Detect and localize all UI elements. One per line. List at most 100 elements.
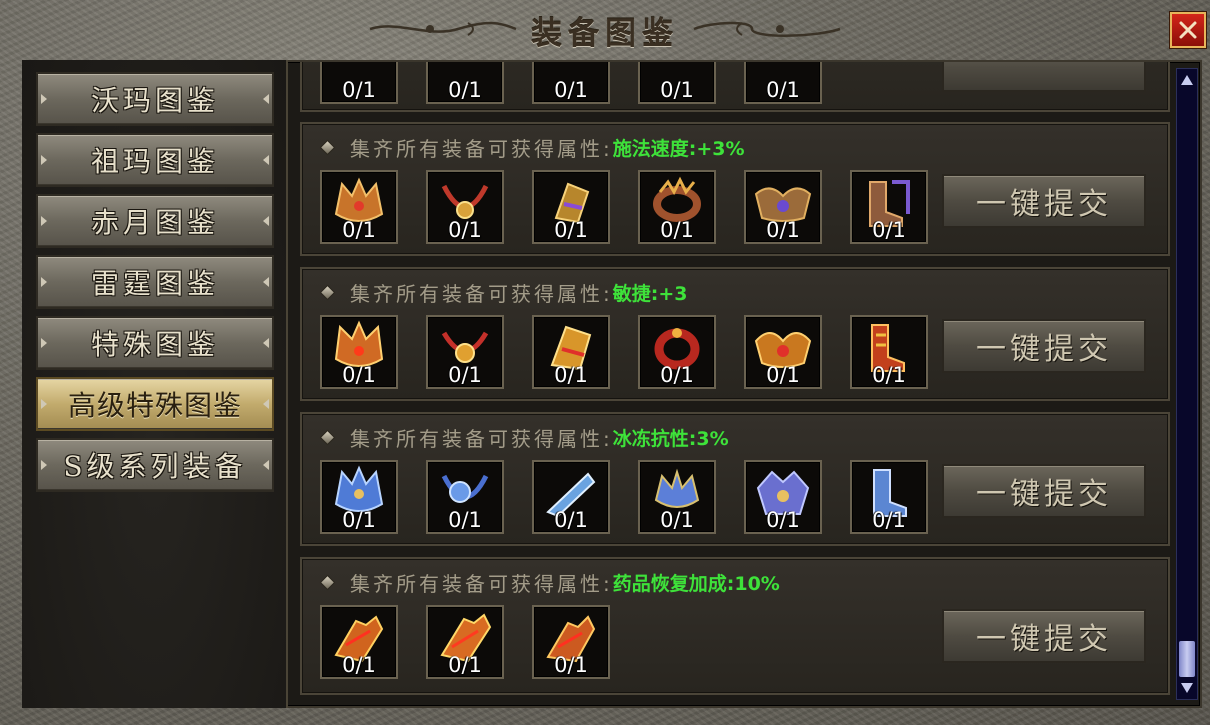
diamond-bullet-icon (320, 430, 334, 444)
title-ornament-right-icon (693, 21, 841, 37)
set-header: 集齐所有装备可获得属性: 药品恢复加成:10% (320, 569, 780, 596)
equipment-slot[interactable]: 0/1 (426, 315, 504, 389)
set-bonus-value: 敏捷:+3 (612, 282, 688, 305)
slot-count: 0/1 (448, 508, 482, 532)
sidebar-item-label: 高级特殊图鉴 (67, 389, 242, 422)
equipment-slot[interactable]: 0/1 (320, 460, 398, 534)
equipment-slot[interactable]: 0/1 (320, 62, 398, 104)
chevron-right-icon (263, 338, 269, 348)
equipment-slot[interactable]: 0/1 (638, 170, 716, 244)
equipment-slot[interactable]: 0/1 (638, 460, 716, 534)
set-panel-2: 集齐所有装备可获得属性: 敏捷:+3 0/1 0/1 0/1 0/1 0/1 0… (300, 267, 1170, 401)
equipment-slot[interactable]: 0/1 (532, 170, 610, 244)
sidebar-item-label: 特殊图鉴 (90, 328, 219, 361)
equipment-slot[interactable]: 0/1 (638, 315, 716, 389)
chevron-left-icon (41, 338, 47, 348)
sidebar-item-leiting[interactable]: 雷霆图鉴 (36, 255, 274, 309)
slot-count: 0/1 (660, 218, 694, 242)
equipment-slot[interactable]: 0/1 (850, 170, 928, 244)
equipment-slot[interactable]: 0/1 (638, 62, 716, 104)
slot-count: 0/1 (342, 508, 376, 532)
sidebar-item-chiyue[interactable]: 赤月图鉴 (36, 194, 274, 248)
slot-count: 0/1 (766, 218, 800, 242)
submit-all-button[interactable]: 一键提交 (942, 464, 1146, 518)
sidebar-item-zuma[interactable]: 祖玛图鉴 (36, 133, 274, 187)
diamond-bullet-icon (320, 140, 334, 154)
slot-count: 0/1 (448, 363, 482, 387)
submit-all-button[interactable]: 一键提交 (942, 319, 1146, 373)
slot-count: 0/1 (872, 363, 906, 387)
equipment-slot[interactable]: 0/1 (744, 170, 822, 244)
equipment-slot[interactable]: 0/1 (744, 460, 822, 534)
slot-count: 0/1 (554, 653, 588, 677)
set-panel-4: 集齐所有装备可获得属性: 药品恢复加成:10% 0/1 0/1 0/1 一键提交 (300, 557, 1170, 695)
slot-count: 0/1 (872, 218, 906, 242)
set-bonus-value: 药品恢复加成:10% (612, 572, 780, 595)
diamond-bullet-icon (320, 285, 334, 299)
chevron-right-icon (263, 277, 269, 287)
sidebar-item-label: 祖玛图鉴 (90, 145, 219, 178)
chevron-left-icon (41, 277, 47, 287)
scroll-thumb[interactable] (1179, 641, 1195, 677)
set-bonus-value: 冰冻抗性:3% (612, 427, 729, 450)
slot-count: 0/1 (660, 508, 694, 532)
chevron-left-icon (41, 94, 47, 104)
equipment-slot[interactable]: 0/1 (850, 460, 928, 534)
submit-all-label: 一键提交 (976, 187, 1112, 222)
sidebar-item-special[interactable]: 特殊图鉴 (36, 316, 274, 370)
set-bonus-value: 施法速度:+3% (612, 137, 745, 160)
slot-count: 0/1 (766, 508, 800, 532)
triangle-up-icon (1181, 75, 1193, 85)
submit-all-button[interactable]: 一键提交 (942, 174, 1146, 228)
equipment-slot[interactable]: 0/1 (744, 62, 822, 104)
equipment-slot[interactable]: 0/1 (532, 315, 610, 389)
chevron-right-icon (263, 94, 269, 104)
equipment-slot[interactable]: 0/1 (320, 315, 398, 389)
submit-all-button-partial[interactable] (942, 62, 1146, 92)
chevron-left-icon (41, 155, 47, 165)
vertical-scrollbar[interactable] (1176, 68, 1198, 700)
close-button[interactable] (1170, 12, 1206, 48)
equipment-slot[interactable]: 0/1 (320, 170, 398, 244)
equipment-slot[interactable]: 0/1 (744, 315, 822, 389)
slot-count: 0/1 (554, 218, 588, 242)
slot-count: 0/1 (766, 78, 800, 102)
equipment-slot[interactable]: 0/1 (532, 62, 610, 104)
slot-count: 0/1 (448, 653, 482, 677)
sidebar-item-label: 沃玛图鉴 (90, 84, 219, 117)
sidebar-item-label: S级系列装备 (63, 450, 247, 483)
equipment-slot[interactable]: 0/1 (320, 605, 398, 679)
set-header: 集齐所有装备可获得属性: 敏捷:+3 (320, 279, 688, 306)
slot-count: 0/1 (766, 363, 800, 387)
sidebar-item-advanced-special[interactable]: 高级特殊图鉴 (36, 377, 274, 431)
submit-all-label: 一键提交 (976, 332, 1112, 367)
set-panel-3: 集齐所有装备可获得属性: 冰冻抗性:3% 0/1 0/1 0/1 0/1 0/1… (300, 412, 1170, 546)
category-sidebar: 沃玛图鉴 祖玛图鉴 赤月图鉴 雷霆图鉴 特殊图鉴 高级特殊图鉴 S级系列装备 (22, 60, 288, 708)
close-icon (1179, 21, 1197, 39)
equipment-slot[interactable]: 0/1 (850, 315, 928, 389)
equipment-slot[interactable]: 0/1 (426, 460, 504, 534)
equipment-slot[interactable]: 0/1 (426, 170, 504, 244)
equipment-slot[interactable]: 0/1 (426, 605, 504, 679)
window-title: 装备图鉴 (531, 16, 679, 52)
set-header: 集齐所有装备可获得属性: 施法速度:+3% (320, 134, 745, 161)
equipment-slot[interactable]: 0/1 (426, 62, 504, 104)
slot-count: 0/1 (342, 363, 376, 387)
scroll-down-button[interactable] (1177, 677, 1197, 699)
set-bonus-prefix: 集齐所有装备可获得属性: (350, 281, 613, 306)
scroll-up-button[interactable] (1177, 69, 1197, 91)
set-panel-partial: 0/1 0/1 0/1 0/1 0/1 (300, 62, 1170, 112)
sidebar-item-woma[interactable]: 沃玛图鉴 (36, 72, 274, 126)
equipment-slot[interactable]: 0/1 (532, 460, 610, 534)
sidebar-item-label: 雷霆图鉴 (90, 267, 219, 300)
slot-count: 0/1 (342, 653, 376, 677)
set-bonus-prefix: 集齐所有装备可获得属性: (350, 136, 613, 161)
chevron-left-icon (41, 216, 47, 226)
slot-count: 0/1 (448, 78, 482, 102)
sidebar-item-s-series[interactable]: S级系列装备 (36, 438, 274, 492)
slot-count: 0/1 (554, 508, 588, 532)
chevron-right-icon (263, 399, 269, 409)
equipment-slot[interactable]: 0/1 (532, 605, 610, 679)
chevron-right-icon (263, 460, 269, 470)
submit-all-button[interactable]: 一键提交 (942, 609, 1146, 663)
